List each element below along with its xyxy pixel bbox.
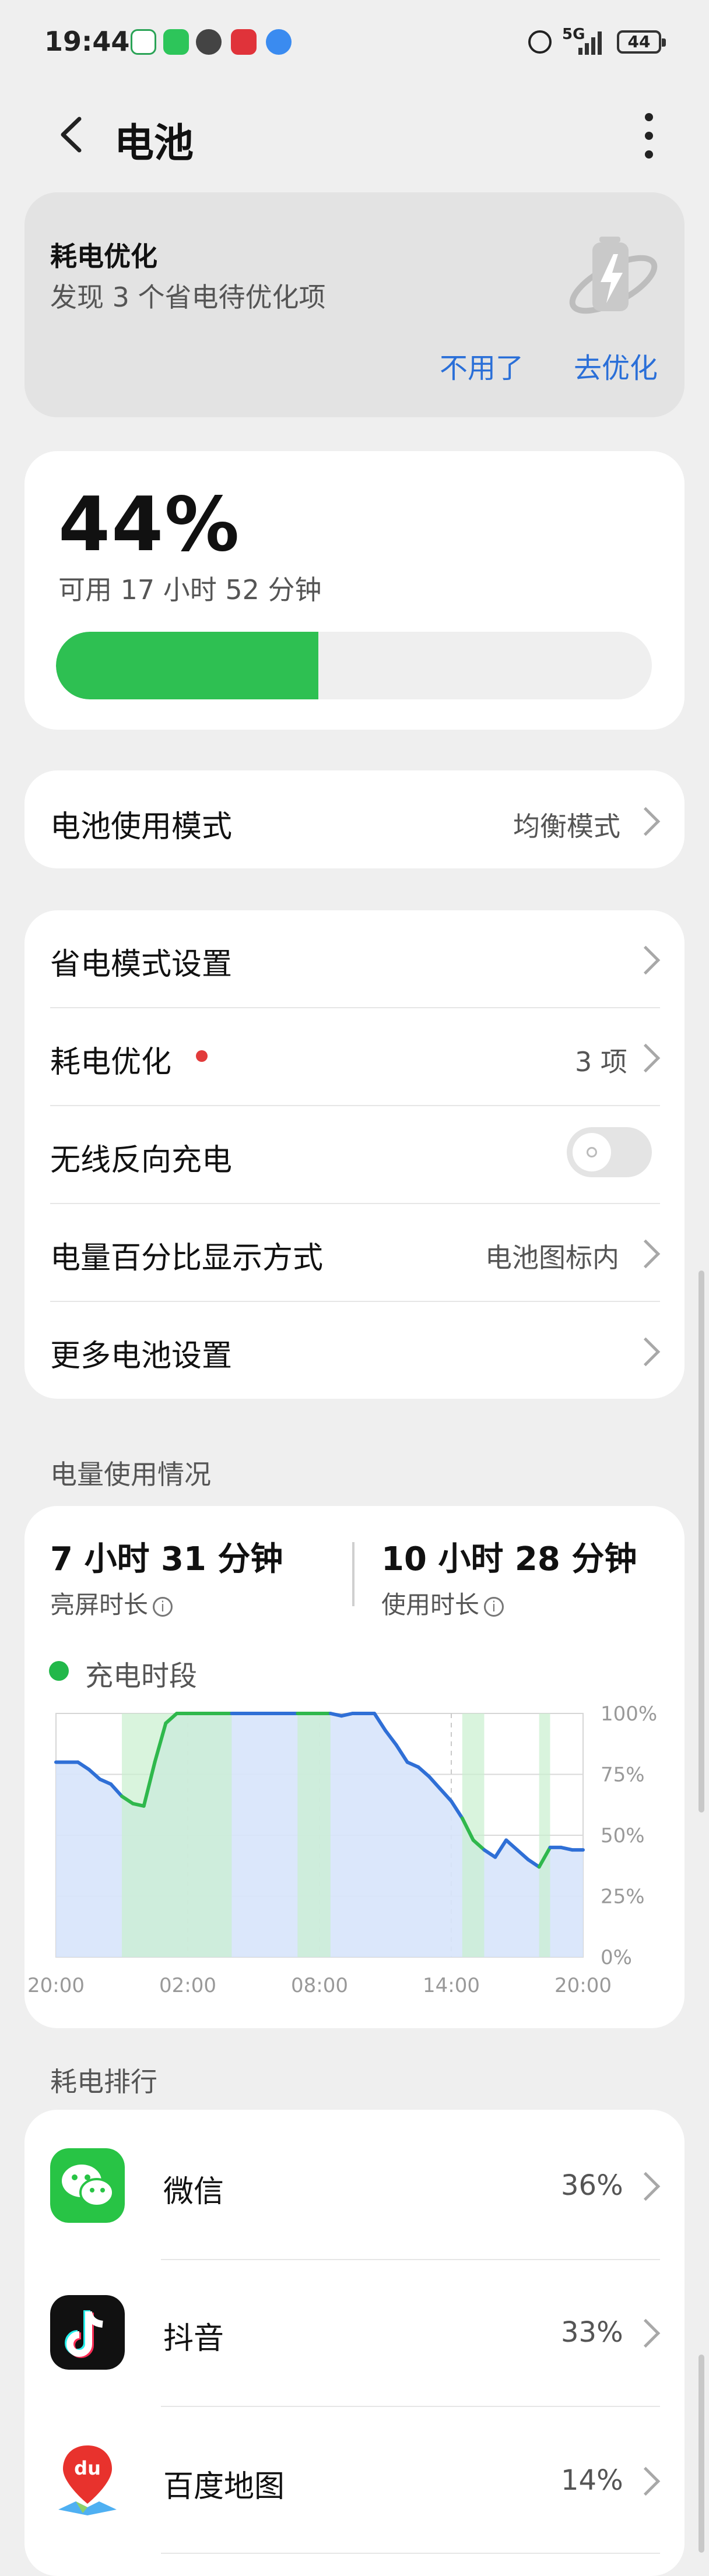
battery-percent: 44% [58,481,241,568]
y-tick-label: 0% [601,1946,632,1969]
optimize-button[interactable]: 去优化 [574,345,658,386]
reverse-charging-label: 无线反向充电 [50,1143,233,1178]
baidu-map-icon: du [58,2445,117,2515]
reverse-charging-toggle[interactable] [567,1127,652,1177]
power-saving-label: 省电模式设置 [50,947,233,982]
app-name: 微信 [163,2174,224,2209]
y-tick-label: 75% [601,1764,645,1787]
douyin-icon [50,2295,125,2370]
screen-on-label-row[interactable]: 亮屏时长 i [50,1585,173,1621]
y-tick-label: 25% [601,1885,645,1909]
battery-charging-icon [569,237,658,314]
charging-period-band [297,1713,331,1957]
battery-mode-label: 电池使用模式 [50,810,233,844]
ranking-section-title: 耗电排行 [50,2066,157,2098]
vertical-divider [352,1542,354,1606]
battery-level-bar [56,632,652,699]
svg-text:du: du [74,2457,101,2479]
app-percent: 36% [561,2169,623,2202]
message-icon [266,29,292,55]
back-arrow-icon[interactable] [56,114,86,155]
app-percent: 14% [561,2464,623,2497]
scrollbar[interactable] [699,2355,704,2553]
screen-on-time: 7 小时 31 分钟 [50,1540,283,1578]
dismiss-button[interactable]: 不用了 [440,345,524,386]
battery-indicator: 44 [617,30,666,54]
y-tick-label: 50% [601,1824,645,1847]
optimization-subtitle: 发现 3 个省电待优化项 [50,281,326,313]
info-icon: i [484,1596,504,1617]
screen-on-label: 亮屏时长 [50,1590,149,1619]
battery-mode-value: 均衡模式 [513,811,620,842]
page-title: 电池 [114,121,194,167]
battery-usage-chart: 100% 75% 50% 25% 0% 20:00 02:00 08:00 14:00 20:00 [27,1702,657,1993]
x-tick-label: 14:00 [423,1974,480,1993]
scrollbar[interactable] [699,1271,704,1813]
more-options-icon[interactable] [637,113,661,160]
status-time: 19:44 [44,26,130,57]
usage-time: 10 小时 28 分钟 [381,1540,637,1578]
percent-display-label: 电量百分比显示方式 [50,1241,324,1276]
charging-legend-dot [49,1661,69,1681]
info-icon: i [153,1596,173,1617]
wechat-icon [163,29,189,55]
status-bar: 19:44 5G 44 [0,0,709,87]
usage-label-row[interactable]: 使用时长 i [381,1585,504,1621]
vpn-icon [196,29,222,55]
remaining-time: 可用 17 小时 52 分钟 [58,574,322,606]
home-app-icon [131,29,156,55]
charging-period-band [539,1713,550,1957]
pdd-icon [231,29,257,55]
app-name: 抖音 [163,2321,224,2356]
battery-level-fill [56,632,318,699]
percent-display-value: 电池图标内 [485,1242,619,1273]
optimization-title: 耗电优化 [50,241,157,272]
y-tick-label: 100% [601,1702,657,1726]
notification-dot [196,1050,208,1062]
usage-label: 使用时长 [381,1590,480,1619]
charging-legend-label: 充电时段 [85,1660,198,1692]
toggle-knob [573,1133,611,1171]
alarm-icon [528,30,552,54]
app-name: 百度地图 [163,2469,285,2504]
more-settings-label: 更多电池设置 [50,1339,233,1374]
x-tick-label: 20:00 [554,1974,612,1993]
charging-period-band [462,1713,485,1957]
signal-icon [578,31,602,55]
x-tick-label: 02:00 [159,1974,216,1993]
app-percent: 33% [561,2316,623,2349]
optimization-count: 3 项 [575,1046,627,1078]
charging-period-band [122,1713,232,1957]
wechat-icon [50,2148,125,2223]
x-tick-label: 20:00 [27,1974,85,1993]
usage-section-title: 电量使用情况 [50,1459,211,1490]
optimization-label: 耗电优化 [50,1045,172,1080]
divider [161,2553,660,2554]
x-tick-label: 08:00 [291,1974,348,1993]
